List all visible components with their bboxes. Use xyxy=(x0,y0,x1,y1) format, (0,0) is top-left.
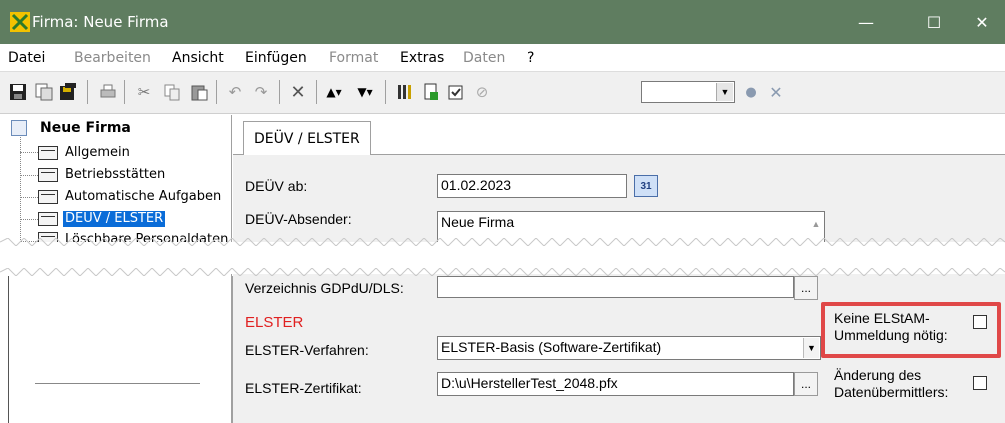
verzeichnis-label: Verzeichnis GDPdU/DLS: xyxy=(245,280,404,296)
title-bar: Firma: Neue Firma — ☐ ✕ xyxy=(0,0,1005,44)
check-icon[interactable] xyxy=(446,82,466,102)
aenderung-checkbox[interactable] xyxy=(973,376,987,390)
down-icon[interactable]: ▼▾ xyxy=(355,82,375,102)
elster-verfahren-label: ELSTER-Verfahren: xyxy=(245,342,369,358)
up-icon[interactable]: ▲▾ xyxy=(324,82,344,102)
tree-bottom-divider xyxy=(35,383,200,384)
toolbar-separator xyxy=(87,80,88,104)
tree-item-betriebsstaetten[interactable]: Betriebsstätten xyxy=(38,166,167,184)
tree-item-label: Betriebsstätten xyxy=(65,167,166,182)
tree-item-label: Allgemein xyxy=(65,145,130,160)
clear-icon[interactable]: ✕ xyxy=(766,82,786,102)
toolbar-separator xyxy=(124,80,125,104)
settings-icon[interactable]: ⊘ xyxy=(472,82,492,102)
search-icon[interactable]: ● xyxy=(741,82,761,102)
aenderung-line2: Datenübermittlers: xyxy=(834,384,949,400)
tree-item-allgemein[interactable]: Allgemein xyxy=(38,144,132,162)
chevron-down-icon[interactable]: ▼ xyxy=(803,338,819,358)
tree-line xyxy=(20,152,38,153)
torn-edge-top xyxy=(0,238,1005,246)
aenderung-label: Änderung des Datenübermittlers: xyxy=(834,367,948,401)
folder-icon xyxy=(38,168,58,182)
tree-item-automatische-aufgaben[interactable]: Automatische Aufgaben xyxy=(38,188,223,206)
tree-item-label: Automatische Aufgaben xyxy=(65,189,222,204)
elster-zertifikat-field[interactable]: D:\u\HerstellerTest_2048.pfx xyxy=(437,372,794,396)
menu-daten[interactable]: Daten xyxy=(463,50,505,66)
maximize-button[interactable]: ☐ xyxy=(911,0,957,44)
paste-icon[interactable] xyxy=(189,82,209,102)
toolbar-separator xyxy=(316,80,317,104)
folder-icon xyxy=(38,190,58,204)
menu-bearbeiten[interactable]: Bearbeiten xyxy=(74,50,151,66)
tree-line xyxy=(20,219,38,220)
menu-help[interactable]: ? xyxy=(527,50,534,66)
menu-format[interactable]: Format xyxy=(329,50,378,66)
deuev-absender-label: DEÜV-Absender: xyxy=(245,211,352,227)
calendar-icon[interactable]: 31 xyxy=(634,175,658,197)
deuev-absender-value: Neue Firma xyxy=(441,214,515,230)
toolbar-combo[interactable]: ▼ xyxy=(641,81,735,103)
highlight-box xyxy=(821,302,1001,358)
filter-icon[interactable] xyxy=(395,82,415,102)
chevron-down-icon[interactable]: ▼ xyxy=(716,83,733,101)
cut-icon[interactable]: ✂ xyxy=(134,82,154,102)
folder-icon xyxy=(38,212,58,226)
close-button[interactable]: ✕ xyxy=(959,0,1005,44)
copy-doc-icon[interactable] xyxy=(34,82,54,102)
elster-section-title: ELSTER xyxy=(245,314,304,331)
elster-verfahren-value: ELSTER-Basis (Software-Zertifikat) xyxy=(441,339,662,355)
toolbar: ✂ ↶ ↷ ✕ ▲▾ ▼▾ ⊘ ▼ ● ✕ xyxy=(0,72,1005,114)
elster-verfahren-select[interactable]: ELSTER-Basis (Software-Zertifikat) ▼ xyxy=(437,336,821,360)
menu-ansicht[interactable]: Ansicht xyxy=(172,50,224,66)
app-icon xyxy=(10,12,30,32)
scroll-up-icon[interactable]: ▲ xyxy=(808,212,824,236)
menu-einfuegen[interactable]: Einfügen xyxy=(245,50,307,66)
import-icon[interactable] xyxy=(421,82,441,102)
menu-extras[interactable]: Extras xyxy=(400,50,444,66)
save-icon[interactable] xyxy=(8,82,28,102)
toolbar-separator xyxy=(385,80,386,104)
folder-icon xyxy=(38,146,58,160)
undo-icon[interactable]: ↶ xyxy=(225,82,245,102)
elster-zertifikat-browse-button[interactable]: ... xyxy=(794,372,818,396)
tab-deuev-elster[interactable]: DEÜV / ELSTER xyxy=(243,121,371,156)
tree-item-label: DEÜV / ELSTER xyxy=(63,211,166,227)
save-all-icon[interactable] xyxy=(58,82,78,102)
menu-datei[interactable]: Datei xyxy=(8,50,45,66)
minimize-button[interactable]: — xyxy=(843,0,889,44)
tree-item-deuev-elster[interactable]: DEÜV / ELSTER xyxy=(38,210,166,228)
deuev-ab-label: DEÜV ab: xyxy=(245,178,308,194)
menu-bar: Datei Bearbeiten Ansicht Einfügen Format… xyxy=(0,44,1005,72)
window-title: Firma: Neue Firma xyxy=(32,13,169,31)
toolbar-separator xyxy=(216,80,217,104)
pane-divider xyxy=(232,276,233,423)
torn-edge-bottom xyxy=(0,268,1005,276)
verzeichnis-browse-button[interactable]: ... xyxy=(794,276,818,300)
verzeichnis-field[interactable] xyxy=(437,276,794,298)
tree-line xyxy=(20,197,38,198)
toolbar-separator xyxy=(279,80,280,104)
tree-root[interactable]: Neue Firma xyxy=(40,120,131,136)
tab-bar: DEÜV / ELSTER xyxy=(233,115,1005,156)
tree-border xyxy=(8,276,9,423)
print-icon[interactable] xyxy=(98,82,118,102)
company-icon xyxy=(11,120,27,136)
deuev-ab-field[interactable]: 01.02.2023 xyxy=(437,174,627,198)
tree-line xyxy=(20,175,38,176)
redo-icon[interactable]: ↷ xyxy=(251,82,271,102)
elster-zertifikat-label: ELSTER-Zertifikat: xyxy=(245,380,362,396)
delete-icon[interactable]: ✕ xyxy=(288,82,308,103)
copy-icon[interactable] xyxy=(162,82,182,102)
aenderung-line1: Änderung des xyxy=(834,367,922,383)
